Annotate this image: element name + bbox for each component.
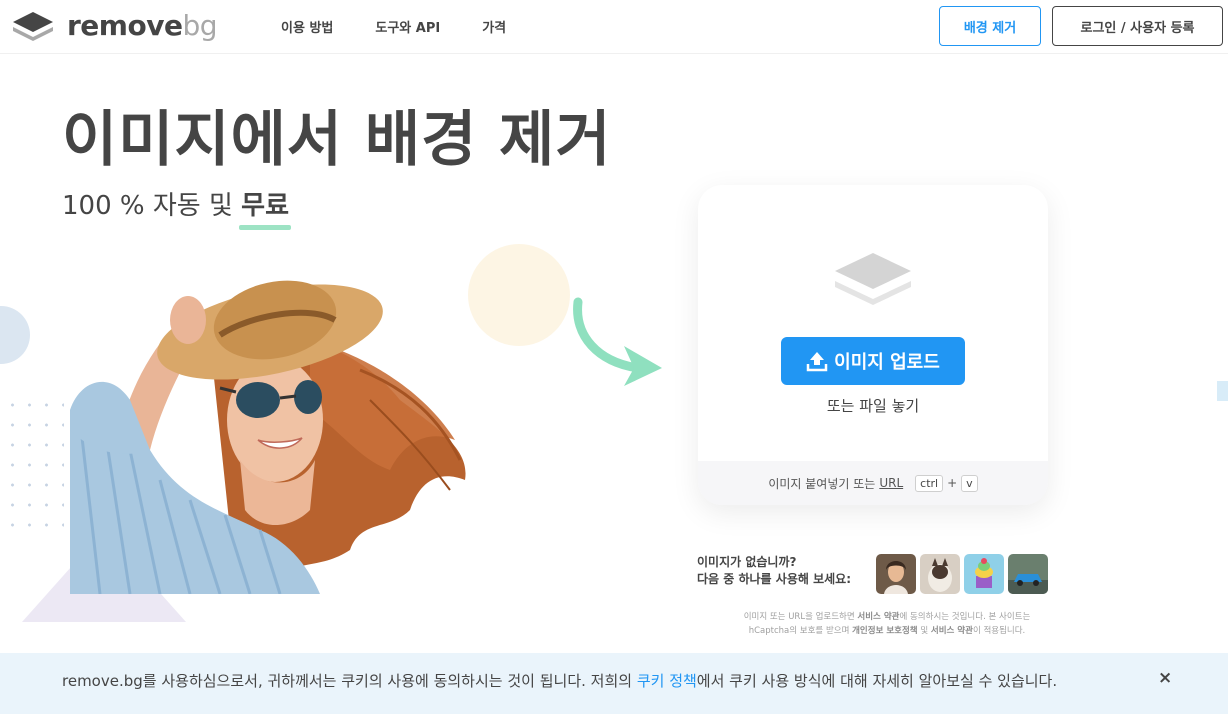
cookie-policy-link[interactable]: 쿠키 정책 [637,672,697,690]
logo-layers-icon [13,12,53,41]
terms-link[interactable]: 서비스 약관 [857,612,899,622]
upload-button-label: 이미지 업로드 [834,352,940,373]
hero-subtitle: 100 % 자동 및 무료 [62,188,291,230]
paste-url-link[interactable]: URL [879,476,903,490]
decor-circle-left [0,306,30,364]
ctrl-key: ctrl [915,474,944,492]
nav-how-to-use[interactable]: 이용 방법 [281,17,333,36]
legal-text-4: 및 [917,626,931,636]
main-nav: 이용 방법 도구와 API 가격 [281,17,548,36]
upload-card: 이미지 업로드 또는 파일 놓기 이미지 붙여넣기 또는 URL ctrl + … [698,185,1048,505]
sample-image-cake[interactable] [964,554,1004,594]
nav-pricing[interactable]: 가격 [482,17,506,36]
sample-prompt-line2: 다음 중 하나를 사용해 보세요: [697,572,851,586]
legal-text-1: 이미지 또는 URL을 업로드하면 [743,612,858,622]
terms-link-2[interactable]: 서비스 약관 [931,626,973,636]
decor-circle-peach [468,244,570,346]
paste-hint-text: 이미지 붙여넣기 또는 [768,476,876,491]
upload-icon [806,352,828,372]
privacy-link[interactable]: 개인정보 보호정책 [852,626,918,636]
cookie-text: remove.bg를 사용하심으로서, 귀하께서는 쿠키의 사용에 동의하시는 … [62,672,1058,690]
legal-text-5: 이 적용됩니다. [972,626,1026,636]
layers-placeholder-icon [835,253,911,305]
sample-image-car[interactable] [1008,554,1048,594]
nav-tools-api[interactable]: 도구와 API [375,17,440,36]
upload-image-button[interactable]: 이미지 업로드 [781,337,965,385]
sample-prompt-line1: 이미지가 없습니까? [697,555,797,569]
paste-hint: 이미지 붙여넣기 또는 URL ctrl + v [698,461,1048,505]
close-icon[interactable]: × [1158,668,1172,688]
drop-file-text: 또는 파일 놓기 [826,397,920,415]
sample-image-woman[interactable] [876,554,916,594]
login-signup-button[interactable]: 로그인 / 사용자 등록 [1052,6,1223,46]
logo-text: removebg [67,9,217,42]
v-key: v [961,474,978,492]
sample-images [876,554,1048,594]
page-title: 이미지에서 배경 제거 [62,105,612,175]
cookie-banner: remove.bg를 사용하심으로서, 귀하께서는 쿠키의 사용에 동의하시는 … [0,653,1228,714]
legal-text-3: hCaptcha의 보호를 받으며 [748,626,853,636]
hero-woman-image [70,280,466,594]
arrow-icon [573,297,662,386]
sample-image-cat[interactable] [920,554,960,594]
plus-sign: + [947,476,958,490]
legal-notice: 이미지 또는 URL을 업로드하면 서비스 약관에 동의하시는 것입니다. 본 … [697,610,1077,638]
sample-prompt: 이미지가 없습니까? 다음 중 하나를 사용해 보세요: [697,554,851,588]
legal-text-2: 에 동의하시는 것입니다. 본 사이트는 [899,612,1031,622]
logo[interactable]: removebg [11,10,217,42]
top-navbar: removebg 이용 방법 도구와 API 가격 배경 제거 로그인 / 사용… [0,0,1228,54]
remove-background-button[interactable]: 배경 제거 [939,6,1041,46]
free-highlight: 무료 [239,188,291,230]
decor-dot-grid [4,395,64,535]
decor-edge-tab [1217,381,1228,401]
